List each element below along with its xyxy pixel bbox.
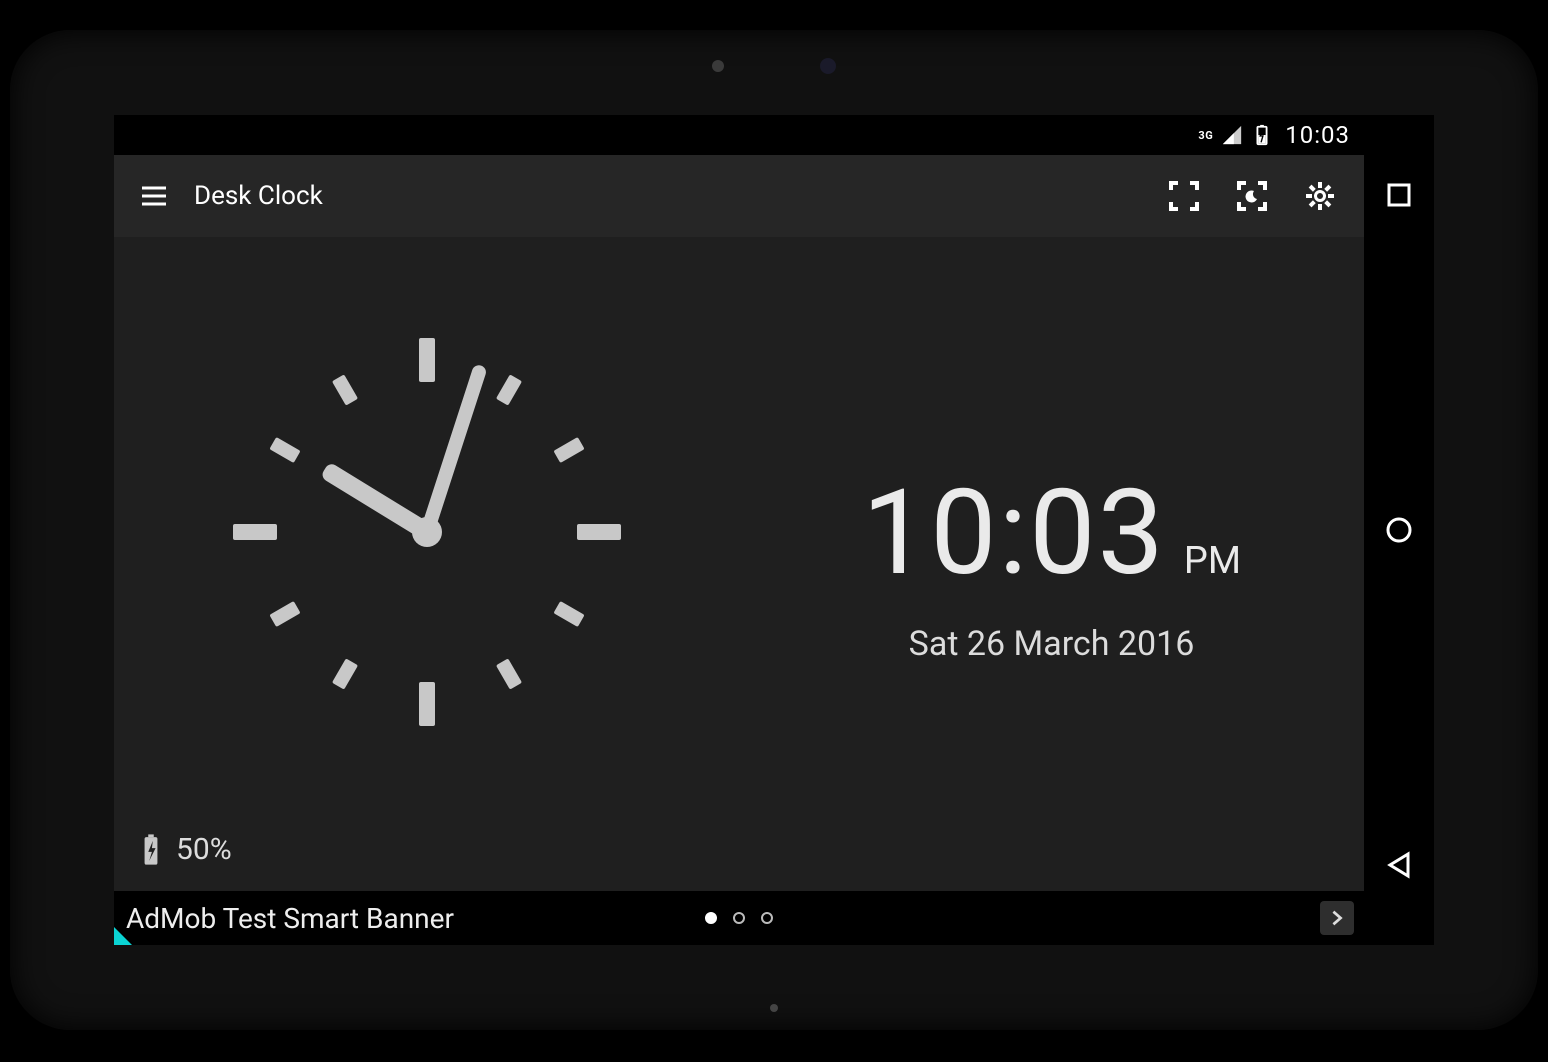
network-label: 3G bbox=[1198, 129, 1213, 142]
system-nav-bar bbox=[1364, 115, 1434, 945]
battery-icon bbox=[140, 833, 162, 867]
analog-clock-area bbox=[114, 237, 739, 891]
tablet-frame: 3G 10:03 Desk Clock bbox=[10, 30, 1538, 1030]
app-toolbar: Desk Clock bbox=[114, 155, 1364, 237]
home-button[interactable] bbox=[1379, 510, 1419, 550]
pager-dot[interactable] bbox=[761, 912, 773, 924]
status-bar: 3G 10:03 bbox=[114, 115, 1364, 155]
ad-next-button[interactable] bbox=[1320, 901, 1354, 935]
app-body: 10:03 PM Sat 26 March 2016 50% bbox=[114, 237, 1364, 891]
battery-status: 50% bbox=[140, 832, 232, 867]
menu-icon bbox=[139, 181, 169, 211]
night-fullscreen-icon bbox=[1237, 181, 1267, 211]
ad-banner[interactable]: AdMob Test Smart Banner bbox=[114, 891, 1364, 945]
digital-time: 10:03 bbox=[862, 464, 1166, 602]
battery-percent: 50% bbox=[176, 832, 232, 867]
minute-hand bbox=[420, 363, 487, 534]
digital-time-row: 10:03 PM bbox=[862, 464, 1241, 602]
pager-dot[interactable] bbox=[705, 912, 717, 924]
statusbar-time: 10:03 bbox=[1285, 121, 1350, 149]
cell-signal-icon bbox=[1221, 124, 1243, 146]
recent-apps-button[interactable] bbox=[1379, 175, 1419, 215]
clock-tick bbox=[331, 658, 357, 689]
fullscreen-button[interactable] bbox=[1150, 166, 1218, 226]
clock-tick bbox=[419, 682, 435, 726]
clock-tick bbox=[553, 601, 584, 627]
home-icon bbox=[1384, 515, 1414, 545]
clock-tick bbox=[269, 601, 300, 627]
clock-tick bbox=[553, 437, 584, 463]
main-column: 3G 10:03 Desk Clock bbox=[114, 115, 1364, 945]
app-title: Desk Clock bbox=[194, 181, 323, 211]
clock-tick bbox=[495, 658, 521, 689]
clock-hub bbox=[412, 517, 442, 547]
digital-ampm: PM bbox=[1184, 539, 1241, 583]
pager-dot[interactable] bbox=[733, 912, 745, 924]
menu-button[interactable] bbox=[124, 166, 184, 226]
clock-tick bbox=[495, 374, 521, 405]
ad-pager bbox=[705, 912, 773, 924]
ad-badge-icon bbox=[114, 927, 132, 945]
clock-tick bbox=[269, 437, 300, 463]
analog-clock bbox=[227, 332, 627, 732]
clock-tick bbox=[577, 524, 621, 540]
recent-apps-icon bbox=[1384, 180, 1414, 210]
clock-tick bbox=[331, 374, 357, 405]
ad-text: AdMob Test Smart Banner bbox=[126, 902, 454, 935]
battery-charging-icon bbox=[1251, 124, 1273, 146]
screen: 3G 10:03 Desk Clock bbox=[114, 115, 1434, 945]
chevron-right-icon bbox=[1328, 909, 1346, 927]
date-text: Sat 26 March 2016 bbox=[909, 624, 1195, 664]
clock-tick bbox=[419, 338, 435, 382]
fullscreen-icon bbox=[1169, 181, 1199, 211]
gear-icon bbox=[1305, 181, 1335, 211]
back-icon bbox=[1384, 850, 1414, 880]
settings-button[interactable] bbox=[1286, 166, 1354, 226]
clock-tick bbox=[233, 524, 277, 540]
night-mode-button[interactable] bbox=[1218, 166, 1286, 226]
digital-info-area: 10:03 PM Sat 26 March 2016 bbox=[739, 237, 1364, 891]
back-button[interactable] bbox=[1379, 845, 1419, 885]
